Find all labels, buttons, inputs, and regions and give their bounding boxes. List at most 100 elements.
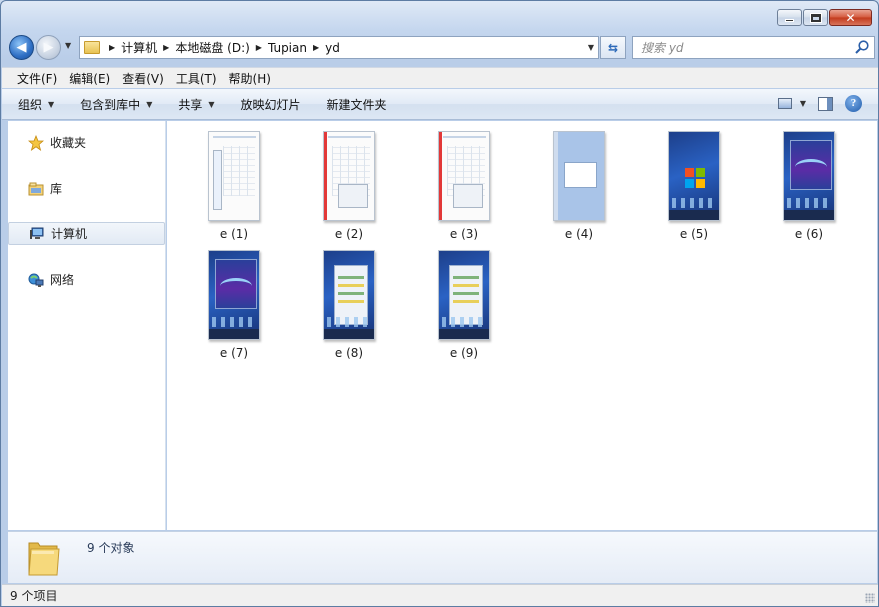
navigation-pane: 收藏夹 库 计算机 网络 xyxy=(8,121,166,530)
image-thumbnail xyxy=(668,131,720,221)
file-item[interactable]: e (5) xyxy=(642,121,742,241)
forward-arrow-icon: ▶ xyxy=(43,40,54,55)
share-button[interactable]: 共享 ▼ xyxy=(178,96,214,113)
breadcrumb-arrow-icon[interactable]: ▶ xyxy=(109,43,115,52)
file-item[interactable]: e (1) xyxy=(182,121,282,241)
breadcrumb-arrow-icon[interactable]: ▶ xyxy=(163,43,169,52)
menu-edit[interactable]: 编辑(E) xyxy=(63,70,116,87)
close-icon: ✕ xyxy=(845,10,856,25)
sidebar-item-library[interactable]: 库 xyxy=(8,177,165,200)
window-caption-buttons: ✕ xyxy=(777,9,872,26)
sidebar-item-computer[interactable]: 计算机 xyxy=(8,222,165,245)
menu-file[interactable]: 文件(F) xyxy=(11,70,63,87)
new-folder-button[interactable]: 新建文件夹 xyxy=(327,96,387,113)
file-item[interactable]: e (2) xyxy=(297,121,397,241)
forward-button[interactable]: ▶ xyxy=(36,35,61,60)
image-thumbnail xyxy=(208,131,260,221)
address-dropdown-icon[interactable]: ▼ xyxy=(588,43,594,52)
sidebar-item-label: 网络 xyxy=(50,273,75,287)
share-label: 共享 xyxy=(178,97,203,112)
item-count: 9 个项目 xyxy=(10,589,58,603)
library-icon xyxy=(28,181,44,197)
file-name: e (7) xyxy=(219,346,249,360)
include-in-library-button[interactable]: 包含到库中 ▼ xyxy=(80,96,152,113)
menu-help[interactable]: 帮助(H) xyxy=(223,70,277,87)
file-name: e (4) xyxy=(564,227,594,241)
details-pane: 9 个对象 xyxy=(8,531,877,583)
search-placeholder: 搜索 yd xyxy=(641,41,684,55)
organize-button[interactable]: 组织 ▼ xyxy=(18,96,54,113)
resize-grip[interactable] xyxy=(865,593,875,603)
organize-label: 组织 xyxy=(18,97,43,112)
image-thumbnail xyxy=(208,250,260,340)
back-button[interactable]: ◀ xyxy=(9,35,34,60)
sidebar-item-label: 库 xyxy=(50,182,63,196)
minimize-button[interactable] xyxy=(777,9,802,26)
menu-view[interactable]: 查看(V) xyxy=(116,70,170,87)
search-icon[interactable] xyxy=(854,39,870,55)
dropdown-arrow-icon: ▼ xyxy=(208,99,215,109)
image-thumbnail xyxy=(323,250,375,340)
sidebar-item-favorites[interactable]: 收藏夹 xyxy=(8,131,165,154)
image-thumbnail xyxy=(553,131,605,221)
file-name: e (5) xyxy=(679,227,709,241)
dropdown-arrow-icon: ▼ xyxy=(48,99,55,109)
sidebar-item-label: 收藏夹 xyxy=(50,136,87,150)
minimize-icon xyxy=(785,18,794,22)
slideshow-label: 放映幻灯片 xyxy=(240,97,301,112)
file-name: e (6) xyxy=(794,227,824,241)
star-icon xyxy=(28,134,44,151)
include-in-library-label: 包含到库中 xyxy=(80,97,141,112)
file-name: e (8) xyxy=(334,346,364,360)
image-thumbnail xyxy=(783,131,835,221)
recent-pages-dropdown[interactable]: ▼ xyxy=(65,41,71,50)
slideshow-button[interactable]: 放映幻灯片 xyxy=(241,96,301,113)
status-bar: 9 个项目 xyxy=(2,584,878,606)
refresh-icon: ⇆ xyxy=(607,40,619,55)
network-icon xyxy=(28,272,44,288)
refresh-button[interactable]: ⇆ xyxy=(600,36,626,59)
command-bar-right: ▼ ? xyxy=(777,95,862,112)
maximize-button[interactable] xyxy=(803,9,828,26)
breadcrumb-arrow-icon[interactable]: ▶ xyxy=(313,43,319,52)
file-item[interactable]: e (7) xyxy=(182,240,282,360)
file-item[interactable]: e (4) xyxy=(527,121,627,241)
close-button[interactable]: ✕ xyxy=(829,9,872,26)
folder-icon xyxy=(28,542,60,576)
file-item[interactable]: e (3) xyxy=(412,121,512,241)
file-name: e (1) xyxy=(219,227,249,241)
breadcrumb-arrow-icon[interactable]: ▶ xyxy=(256,43,262,52)
explorer-window: ✕ ◀ ▶ ▼ ▶ 计算机 ▶ 本地磁盘 (D:) ▶ Tupian ▶ yd … xyxy=(0,0,879,607)
dropdown-arrow-icon: ▼ xyxy=(146,99,153,109)
change-view-icon[interactable] xyxy=(777,98,792,109)
folder-icon xyxy=(84,41,100,54)
computer-icon xyxy=(29,226,45,242)
breadcrumb-computer[interactable]: 计算机 xyxy=(121,39,157,56)
menu-tools[interactable]: 工具(T) xyxy=(170,70,223,87)
file-list: e (1) e (2) e (3) e (4) e (5) e (6) e (7… xyxy=(167,121,877,530)
menu-bar: 文件(F) 编辑(E) 查看(V) 工具(T) 帮助(H) xyxy=(2,67,878,88)
maximize-icon xyxy=(809,12,822,23)
sidebar-item-network[interactable]: 网络 xyxy=(8,268,165,291)
command-bar: 组织 ▼ 包含到库中 ▼ 共享 ▼ 放映幻灯片 新建文件夹 ▼ ? xyxy=(2,89,878,120)
file-item[interactable]: e (9) xyxy=(412,240,512,360)
breadcrumb-yd[interactable]: yd xyxy=(325,41,340,55)
help-icon[interactable]: ? xyxy=(845,95,862,112)
new-folder-label: 新建文件夹 xyxy=(326,97,387,112)
file-item[interactable]: e (8) xyxy=(297,240,397,360)
address-bar[interactable]: ▶ 计算机 ▶ 本地磁盘 (D:) ▶ Tupian ▶ yd ▼ xyxy=(79,36,599,59)
view-dropdown-icon[interactable]: ▼ xyxy=(800,99,806,108)
sidebar-item-label: 计算机 xyxy=(51,227,88,241)
breadcrumb-drive[interactable]: 本地磁盘 (D:) xyxy=(175,39,249,56)
search-input[interactable]: 搜索 yd xyxy=(632,36,875,59)
image-thumbnail xyxy=(323,131,375,221)
image-thumbnail xyxy=(438,250,490,340)
file-name: e (9) xyxy=(449,346,479,360)
navigation-bar: ◀ ▶ ▼ ▶ 计算机 ▶ 本地磁盘 (D:) ▶ Tupian ▶ yd ▼ … xyxy=(9,35,875,60)
breadcrumb-tupian[interactable]: Tupian xyxy=(268,41,307,55)
file-name: e (3) xyxy=(449,227,479,241)
object-count: 9 个对象 xyxy=(87,541,135,555)
file-item[interactable]: e (6) xyxy=(757,121,857,241)
image-thumbnail xyxy=(438,131,490,221)
preview-pane-icon[interactable] xyxy=(818,96,833,111)
